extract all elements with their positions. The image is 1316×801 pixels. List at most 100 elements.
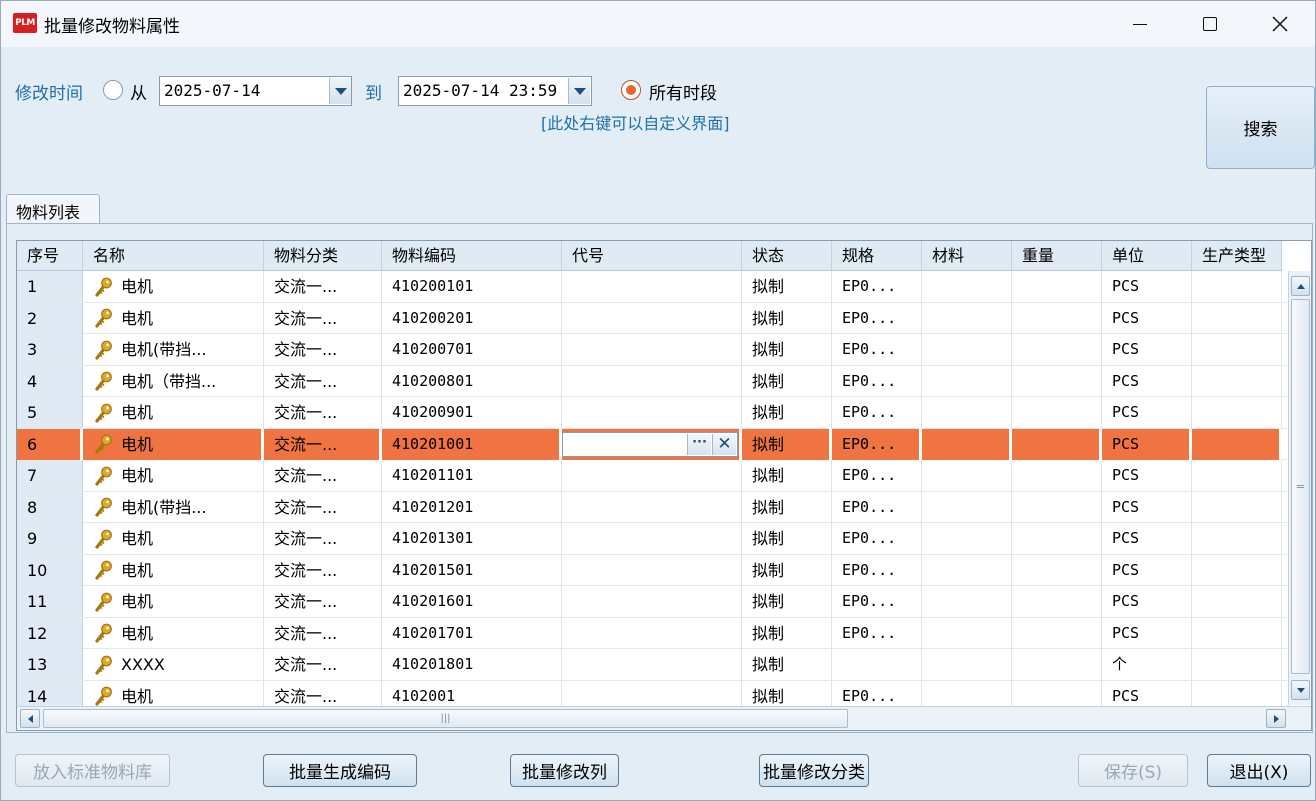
cell-unit[interactable]: PCS — [1102, 428, 1192, 460]
save-button[interactable]: 保存(S) — [1078, 754, 1188, 787]
batch-modify-column-button[interactable]: 批量修改列 — [510, 754, 619, 787]
cell-status[interactable]: 拟制 — [742, 649, 832, 680]
cell-name[interactable]: XXXX — [83, 649, 264, 680]
from-date-dropdown-button[interactable] — [329, 78, 351, 104]
cell-spec[interactable]: EP0... — [832, 302, 922, 334]
table-row[interactable]: 9 电机 交流一... 410201301 拟制 EP0... PCS — [17, 523, 1287, 555]
table-row[interactable]: 5 电机 交流一... 410200901 拟制 EP0... PCS — [17, 397, 1287, 429]
cell-name[interactable]: 电机 — [83, 523, 264, 554]
cell-production-type[interactable] — [1192, 365, 1282, 397]
cell-alias[interactable] — [562, 302, 742, 334]
cell-code[interactable]: 410200801 — [382, 365, 562, 397]
cell-alias[interactable] — [562, 365, 742, 397]
cell-code[interactable]: 410200201 — [382, 302, 562, 334]
scroll-up-button[interactable] — [1291, 276, 1310, 296]
scroll-right-button[interactable] — [1266, 709, 1286, 728]
cell-spec[interactable]: EP0... — [832, 460, 922, 491]
table-row[interactable]: 3 电机(带挡... 交流一... 410200701 拟制 EP0... PCS — [17, 334, 1287, 366]
customize-hint[interactable]: [此处右键可以自定义界面] — [541, 110, 730, 134]
cell-seq[interactable]: 9 — [17, 523, 83, 554]
cell-spec[interactable] — [832, 649, 922, 680]
cell-category[interactable]: 交流一... — [264, 365, 382, 397]
cell-material[interactable] — [922, 649, 1012, 680]
to-date-picker[interactable]: 2025-07-14 23:59 — [398, 76, 592, 106]
cell-weight[interactable] — [1012, 491, 1102, 523]
cell-spec[interactable]: EP0... — [832, 365, 922, 397]
cell-seq[interactable]: 8 — [17, 491, 83, 523]
column-header-code[interactable]: 物料编码 — [382, 241, 562, 271]
vertical-scroll-thumb[interactable]: = — [1291, 299, 1310, 674]
cell-weight[interactable] — [1012, 397, 1102, 428]
column-header-material[interactable]: 材料 — [922, 241, 1012, 271]
cell-spec[interactable]: EP0... — [832, 271, 922, 302]
cell-production-type[interactable] — [1192, 334, 1282, 365]
cell-alias[interactable] — [562, 271, 742, 302]
cell-alias[interactable] — [562, 491, 742, 523]
alias-edit-input[interactable]: ··· ✕ — [562, 431, 738, 457]
table-row[interactable]: 1 电机 交流一... 410200101 拟制 EP0... PCS — [17, 271, 1287, 303]
cell-spec[interactable]: EP0... — [832, 334, 922, 365]
column-header-status[interactable]: 状态 — [742, 241, 832, 271]
cell-spec[interactable]: EP0... — [832, 491, 922, 523]
close-button[interactable] — [1245, 1, 1315, 47]
cell-unit[interactable]: PCS — [1102, 397, 1192, 428]
cell-alias[interactable] — [562, 397, 742, 428]
cell-code[interactable]: 410201701 — [382, 617, 562, 649]
cell-unit[interactable]: PCS — [1102, 302, 1192, 334]
cell-material[interactable] — [922, 491, 1012, 523]
to-date-dropdown-button[interactable] — [568, 78, 590, 104]
horizontal-scrollbar[interactable]: ||| — [17, 706, 1311, 730]
cell-category[interactable]: 交流一... — [264, 617, 382, 649]
cell-production-type[interactable] — [1192, 586, 1282, 617]
cell-code[interactable]: 410201101 — [382, 460, 562, 491]
cell-name[interactable]: 电机 — [83, 586, 264, 617]
cell-alias[interactable] — [562, 554, 742, 586]
cell-unit[interactable]: PCS — [1102, 334, 1192, 365]
cell-code[interactable]: 410201601 — [382, 586, 562, 617]
cell-seq[interactable]: 1 — [17, 271, 83, 302]
cell-spec[interactable]: EP0... — [832, 554, 922, 586]
table-row[interactable]: 6 电机 交流一... 410201001 ··· ✕ 拟制 EP0... PCS — [17, 428, 1287, 460]
clear-button[interactable]: ✕ — [712, 433, 736, 455]
cell-code[interactable]: 410201001 — [382, 428, 562, 460]
cell-category[interactable]: 交流一... — [264, 649, 382, 680]
cell-alias[interactable] — [562, 649, 742, 680]
cell-unit[interactable]: PCS — [1102, 554, 1192, 586]
cell-status[interactable]: 拟制 — [742, 460, 832, 491]
cell-unit[interactable]: PCS — [1102, 523, 1192, 554]
cell-material[interactable] — [922, 397, 1012, 428]
cell-category[interactable]: 交流一... — [264, 491, 382, 523]
cell-production-type[interactable] — [1192, 523, 1282, 554]
cell-name[interactable]: 电机 — [83, 397, 264, 428]
cell-category[interactable]: 交流一... — [264, 302, 382, 334]
cell-weight[interactable] — [1012, 271, 1102, 302]
scroll-left-button[interactable] — [20, 709, 40, 728]
cell-material[interactable] — [922, 617, 1012, 649]
cell-status[interactable]: 拟制 — [742, 397, 832, 428]
batch-modify-category-button[interactable]: 批量修改分类 — [759, 754, 869, 787]
cell-production-type[interactable] — [1192, 460, 1282, 491]
cell-production-type[interactable] — [1192, 397, 1282, 428]
cell-status[interactable]: 拟制 — [742, 428, 832, 460]
from-date-picker[interactable]: 2025-07-14 — [159, 76, 352, 106]
cell-name[interactable]: 电机 — [83, 617, 264, 649]
cell-production-type[interactable] — [1192, 428, 1282, 460]
cell-material[interactable] — [922, 460, 1012, 491]
table-row[interactable]: 11 电机 交流一... 410201601 拟制 EP0... PCS — [17, 586, 1287, 618]
cell-spec[interactable]: EP0... — [832, 586, 922, 617]
cell-code[interactable]: 410201301 — [382, 523, 562, 554]
column-header-weight[interactable]: 重量 — [1012, 241, 1102, 271]
cell-material[interactable] — [922, 365, 1012, 397]
exit-button[interactable]: 退出(X) — [1207, 754, 1311, 787]
cell-production-type[interactable] — [1192, 271, 1282, 302]
cell-seq[interactable]: 11 — [17, 586, 83, 617]
cell-seq[interactable]: 13 — [17, 649, 83, 680]
cell-status[interactable]: 拟制 — [742, 586, 832, 617]
cell-spec[interactable]: EP0... — [832, 617, 922, 649]
table-row[interactable]: 13 XXXX 交流一... 410201801 拟制 个 — [17, 649, 1287, 681]
column-header-unit[interactable]: 单位 — [1102, 241, 1192, 271]
cell-code[interactable]: 410200901 — [382, 397, 562, 428]
cell-spec[interactable]: EP0... — [832, 428, 922, 460]
cell-seq[interactable]: 12 — [17, 617, 83, 649]
cell-status[interactable]: 拟制 — [742, 271, 832, 302]
